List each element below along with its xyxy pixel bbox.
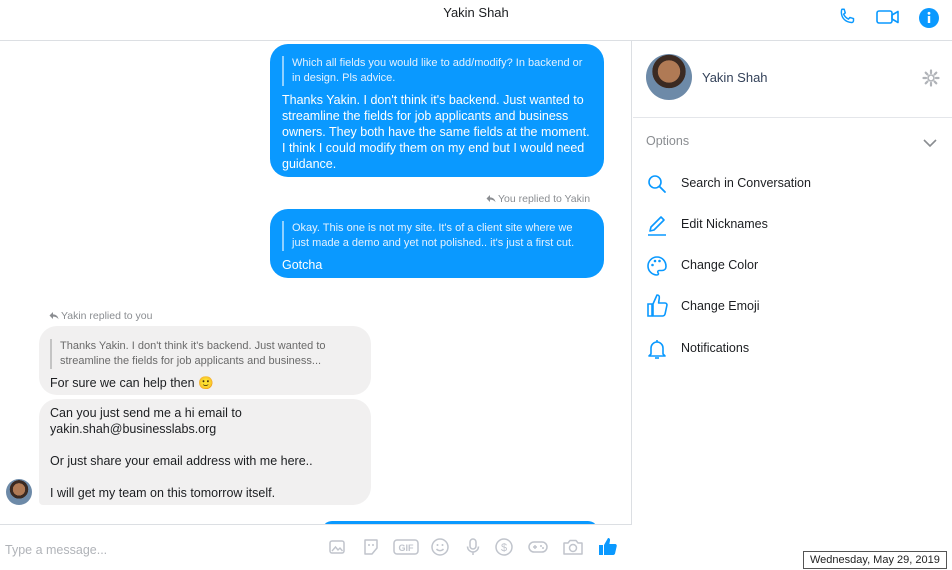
message-text-line: Can you just send me a hi email to — [50, 406, 242, 420]
message-text: Gotcha — [282, 258, 323, 272]
option-label: Edit Nicknames — [681, 217, 768, 231]
option-change-emoji[interactable]: Change Emoji — [646, 294, 936, 320]
conversation-header: Yakin Shah — [0, 0, 952, 41]
gear-icon[interactable] — [922, 69, 940, 92]
quoted-message: Thanks Yakin. I don't think it's backend… — [50, 339, 359, 369]
camera-icon[interactable] — [562, 537, 584, 562]
info-icon[interactable] — [918, 7, 940, 34]
message-text: Thanks Yakin. I don't think it's backend… — [282, 93, 590, 171]
message-input[interactable]: Type a message... — [5, 543, 107, 557]
thumbs-up-icon — [646, 292, 670, 323]
palette-icon — [646, 255, 668, 282]
reply-arrow-icon — [486, 195, 496, 203]
phone-call-icon[interactable] — [836, 6, 858, 33]
profile-name[interactable]: Yakin Shah — [702, 70, 768, 85]
avatar — [6, 479, 32, 505]
game-controller-icon[interactable] — [527, 537, 549, 562]
reply-indicator: You replied to Yakin — [486, 193, 590, 205]
quoted-message: Which all fields you would like to add/m… — [282, 56, 592, 86]
sticker-icon[interactable] — [361, 537, 381, 562]
option-edit-nicknames[interactable]: Edit Nicknames — [646, 212, 936, 238]
emoji-icon[interactable] — [430, 537, 450, 562]
outgoing-message[interactable]: Okay. This one is not my site. It's of a… — [270, 209, 604, 278]
svg-text:GIF: GIF — [399, 543, 415, 553]
message-text: For sure we can help then 🙂 — [50, 376, 214, 390]
reply-indicator: Yakin replied to you — [49, 310, 152, 322]
option-search-in-conversation[interactable]: Search in Conversation — [646, 171, 936, 197]
option-notifications[interactable]: Notifications — [646, 336, 936, 362]
composer: Type a message... GIF $ — [0, 524, 632, 570]
reply-arrow-icon — [49, 312, 59, 320]
svg-text:$: $ — [501, 542, 507, 554]
conversation-details-panel: Yakin Shah Options Search in Conversatio… — [633, 41, 952, 570]
reply-indicator-text: You replied to Yakin — [498, 193, 591, 205]
divider — [633, 117, 952, 118]
incoming-message[interactable]: Thanks Yakin. I don't think it's backend… — [39, 326, 371, 395]
message-text-line: Or just share your email address with me… — [50, 454, 313, 468]
microphone-icon[interactable] — [463, 537, 483, 562]
option-change-color[interactable]: Change Color — [646, 253, 936, 279]
avatar[interactable] — [646, 54, 692, 100]
chevron-down-icon[interactable] — [922, 135, 938, 153]
quoted-message: Okay. This one is not my site. It's of a… — [282, 221, 592, 251]
option-label: Change Emoji — [681, 299, 760, 313]
bell-icon — [646, 338, 668, 365]
gif-icon[interactable]: GIF — [393, 537, 419, 562]
message-email: yakin.shah@businesslabs.org — [50, 422, 217, 436]
outgoing-message[interactable]: Which all fields you would like to add/m… — [270, 44, 604, 177]
date-tooltip: Wednesday, May 29, 2019 — [803, 551, 947, 569]
video-call-icon[interactable] — [875, 6, 901, 33]
option-label: Search in Conversation — [681, 176, 811, 190]
option-label: Change Color — [681, 258, 759, 272]
thumbs-up-icon[interactable] — [597, 535, 619, 562]
incoming-message[interactable]: Can you just send me a hi email to yakin… — [39, 399, 371, 505]
option-label: Notifications — [681, 341, 750, 355]
pencil-icon — [646, 214, 668, 241]
payment-icon[interactable]: $ — [494, 537, 514, 562]
options-label[interactable]: Options — [646, 134, 689, 148]
search-icon — [646, 173, 668, 200]
conversation-title: Yakin Shah — [443, 5, 509, 20]
message-thread[interactable]: Which all fields you would like to add/m… — [0, 41, 632, 524]
message-text-line: I will get my team on this tomorrow itse… — [50, 486, 276, 500]
image-icon[interactable] — [327, 537, 347, 562]
reply-indicator-text: Yakin replied to you — [61, 310, 153, 322]
